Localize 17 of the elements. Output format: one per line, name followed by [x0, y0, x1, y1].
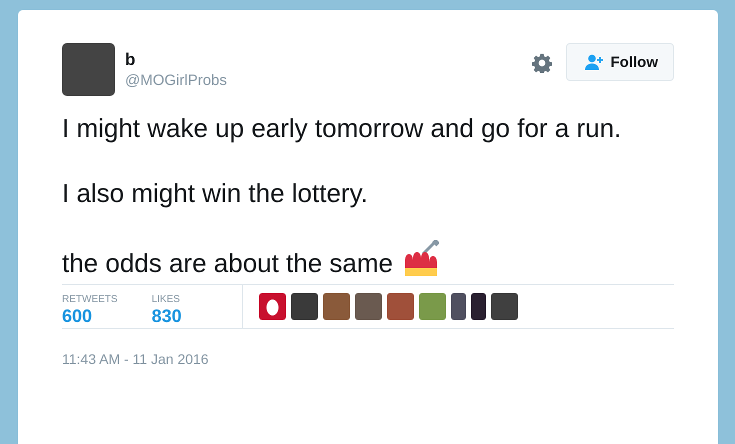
egg-avatar-icon[interactable]	[259, 293, 286, 320]
tweet-timestamp[interactable]: 11:43 AM - 11 Jan 2016	[62, 351, 674, 367]
nail-polish-icon	[403, 240, 440, 276]
stat-label[interactable]: LIKES	[152, 294, 182, 305]
stat-label[interactable]: RETWEETS	[62, 294, 118, 305]
add-user-icon	[584, 54, 604, 70]
follow-button[interactable]: Follow	[566, 43, 674, 81]
avatar-photo-placeholder[interactable]	[471, 293, 486, 320]
tweet-text: I might wake up early tomorrow and go for a run.	[62, 113, 622, 143]
tweet-text: I also might win the lottery.	[62, 178, 368, 208]
author-handle[interactable]: @MOGirlProbs	[125, 72, 227, 89]
avatar-photo-placeholder[interactable]	[451, 293, 466, 320]
stat-count[interactable]: 830	[152, 305, 182, 327]
settings-icon[interactable]	[532, 53, 552, 73]
tweet-text: the odds are about the same	[62, 248, 394, 278]
author-name[interactable]: b	[125, 50, 227, 70]
stat-count[interactable]: 600	[62, 305, 118, 327]
